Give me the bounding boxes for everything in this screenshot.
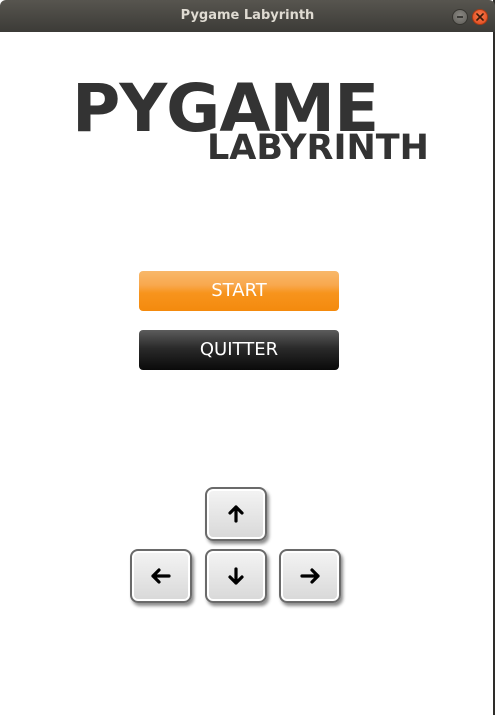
minimize-button[interactable]: [452, 9, 468, 25]
key-down: [205, 549, 267, 603]
left-arrow-icon: [151, 568, 171, 584]
start-button[interactable]: START: [139, 271, 339, 311]
right-arrow-icon: [300, 568, 320, 584]
game-window: Pygame Labyrinth PYGAME LABYRINTH START …: [0, 0, 495, 715]
window-title: Pygame Labyrinth: [180, 8, 315, 23]
close-icon: [476, 13, 484, 21]
title-bar[interactable]: Pygame Labyrinth: [0, 0, 495, 32]
up-arrow-icon: [228, 505, 244, 523]
key-up: [205, 487, 267, 541]
logo-subtitle: LABYRINTH: [207, 128, 429, 168]
key-right: [279, 549, 341, 603]
quit-button[interactable]: QUITTER: [139, 330, 339, 370]
close-button[interactable]: [472, 9, 488, 25]
down-arrow-icon: [228, 567, 244, 585]
key-left: [130, 549, 192, 603]
